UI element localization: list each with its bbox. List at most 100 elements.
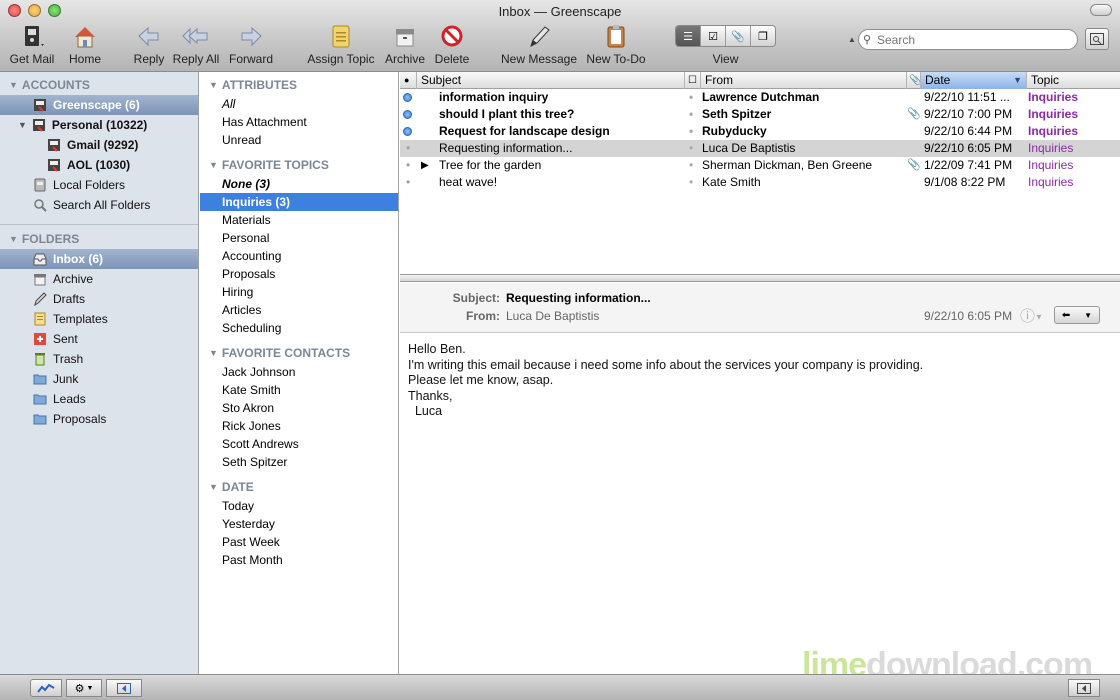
toggle-sidebar-button[interactable]	[106, 679, 142, 697]
activity-button[interactable]	[30, 679, 62, 697]
contact-item[interactable]: Jack Johnson	[200, 363, 398, 381]
attachment-icon: 📎	[907, 159, 921, 171]
new-todo-button[interactable]: New To-Do	[584, 24, 648, 66]
table-row[interactable]: • ▶ Tree for the garden • Sherman Dickma…	[400, 157, 1120, 174]
contact-item[interactable]: Scott Andrews	[200, 435, 398, 453]
folder-drafts[interactable]: Drafts	[0, 289, 198, 309]
unread-dot-icon	[403, 110, 412, 119]
folder-junk[interactable]: Junk	[0, 369, 198, 389]
delete-button[interactable]: Delete	[432, 24, 472, 66]
settings-button[interactable]: ⚙ ▼	[66, 679, 102, 697]
toolbar-toggle-button[interactable]	[1090, 4, 1112, 16]
subject-column-header[interactable]: Subject	[416, 72, 684, 89]
search-all-folders[interactable]: Search All Folders	[0, 195, 198, 215]
local-folders-icon	[32, 178, 48, 192]
topic-none[interactable]: None (3)	[200, 175, 398, 193]
archive-icon	[32, 272, 48, 286]
folder-trash[interactable]: Trash	[0, 349, 198, 369]
thread-expand-icon[interactable]: ▶	[421, 157, 429, 174]
toggle-preview-button[interactable]	[1068, 679, 1100, 697]
assign-topic-button[interactable]: Assign Topic	[305, 24, 377, 66]
account-greenscape[interactable]: Greenscape (6)	[0, 95, 198, 115]
filter-has-attachment[interactable]: Has Attachment	[200, 113, 398, 131]
account-personal[interactable]: ▼ Personal (10322)	[0, 115, 198, 135]
date-past-month[interactable]: Past Month	[200, 551, 398, 569]
reply-button[interactable]: Reply	[130, 24, 168, 66]
contact-item[interactable]: Rick Jones	[200, 417, 398, 435]
topic-inquiries[interactable]: Inquiries (3)	[200, 193, 398, 211]
topic-articles[interactable]: Articles	[200, 301, 398, 319]
attachment-view-icon[interactable]: 📎	[726, 26, 751, 46]
topic-materials[interactable]: Materials	[200, 211, 398, 229]
topic-hiring[interactable]: Hiring	[200, 283, 398, 301]
date-yesterday[interactable]: Yesterday	[200, 515, 398, 533]
account-gmail[interactable]: Gmail (9292)	[0, 135, 198, 155]
folder-proposals[interactable]: Proposals	[0, 409, 198, 429]
favorite-contacts-header[interactable]: ▼ FAVORITE CONTACTS	[200, 343, 398, 363]
get-mail-button[interactable]: Get Mail	[8, 24, 56, 66]
from-column-header[interactable]: From	[700, 72, 906, 89]
disclosure-triangle-icon: ▼	[209, 160, 218, 170]
table-row[interactable]: information inquiry • Lawrence Dutchman …	[400, 89, 1120, 106]
status-dot-icon: •	[689, 141, 694, 155]
advanced-search-button[interactable]	[1085, 28, 1109, 50]
local-folders[interactable]: Local Folders	[0, 175, 198, 195]
status-dot-icon: •	[689, 158, 694, 172]
reply-all-button[interactable]: Reply All	[172, 24, 220, 66]
account-icon	[31, 118, 47, 132]
topic-scheduling[interactable]: Scheduling	[200, 319, 398, 337]
topic-personal[interactable]: Personal	[200, 229, 398, 247]
todo-view-icon[interactable]: ☑	[701, 26, 726, 46]
folder-sent[interactable]: Sent	[0, 329, 198, 349]
date-header[interactable]: ▼ DATE	[200, 477, 398, 497]
pane-splitter[interactable]	[400, 274, 1120, 282]
unread-dot-icon	[403, 93, 412, 102]
topic-column-header[interactable]: Topic	[1026, 72, 1120, 89]
table-row[interactable]: should I plant this tree? • Seth Spitzer…	[400, 106, 1120, 123]
reply-menu-button[interactable]: ⬅ ▼	[1054, 306, 1100, 324]
body-line: Thanks,	[408, 388, 453, 403]
folder-templates[interactable]: Templates	[0, 309, 198, 329]
list-view-icon[interactable]: ☰	[676, 26, 701, 46]
date-column-header[interactable]: Date ▼	[920, 72, 1026, 89]
new-message-button[interactable]: New Message	[500, 24, 578, 66]
window-title: Inbox — Greenscape	[498, 4, 622, 19]
message-from[interactable]: Luca De Baptistis	[506, 309, 599, 323]
window-view-icon[interactable]: ❐	[751, 26, 775, 46]
contact-item[interactable]: Kate Smith	[200, 381, 398, 399]
search-input[interactable]	[858, 29, 1078, 50]
contact-item[interactable]: Sto Akron	[200, 399, 398, 417]
topic-proposals[interactable]: Proposals	[200, 265, 398, 283]
attributes-header[interactable]: ▼ ATTRIBUTES	[200, 75, 398, 95]
favorite-topics-header[interactable]: ▼ FAVORITE TOPICS	[200, 155, 398, 175]
archive-button[interactable]: Archive	[384, 24, 426, 66]
message-date: 9/22/10 6:05 PM	[924, 309, 1013, 323]
todo-column-icon[interactable]: ☐	[684, 72, 700, 89]
folder-archive[interactable]: Archive	[0, 269, 198, 289]
table-row[interactable]: Request for landscape design • Rubyducky…	[400, 123, 1120, 140]
folder-leads[interactable]: Leads	[0, 389, 198, 409]
topic-accounting[interactable]: Accounting	[200, 247, 398, 265]
status-dot-icon: •	[689, 90, 694, 104]
date-today[interactable]: Today	[200, 497, 398, 515]
unread-dot-icon	[403, 127, 412, 136]
folders-header[interactable]: ▼ FOLDERS	[0, 229, 198, 249]
accounts-header[interactable]: ▼ ACCOUNTS	[0, 75, 198, 95]
table-row[interactable]: • heat wave! • Kate Smith 9/1/08 8:22 PM…	[400, 174, 1120, 191]
attachment-column-icon[interactable]: 📎	[906, 72, 921, 89]
date-past-week[interactable]: Past Week	[200, 533, 398, 551]
preview-toggle-icon	[1077, 682, 1091, 694]
search-options-icon[interactable]: ▲	[848, 35, 856, 44]
assign-topic-icon	[327, 24, 355, 50]
home-button[interactable]: Home	[66, 24, 104, 66]
table-row-selected[interactable]: • Requesting information... • Luca De Ba…	[400, 140, 1120, 157]
folder-inbox[interactable]: Inbox (6)	[0, 249, 198, 269]
contact-item[interactable]: Seth Spitzer	[200, 453, 398, 471]
unread-column-header[interactable]: ●	[400, 72, 416, 89]
filter-unread[interactable]: Unread	[200, 131, 398, 149]
message-body: Hello Ben. I'm writing this email becaus…	[408, 342, 1108, 420]
info-icon[interactable]: ⓘ▼	[1020, 305, 1043, 326]
forward-button[interactable]: Forward	[228, 24, 274, 66]
filter-all[interactable]: All	[200, 95, 398, 113]
account-aol[interactable]: AOL (1030)	[0, 155, 198, 175]
